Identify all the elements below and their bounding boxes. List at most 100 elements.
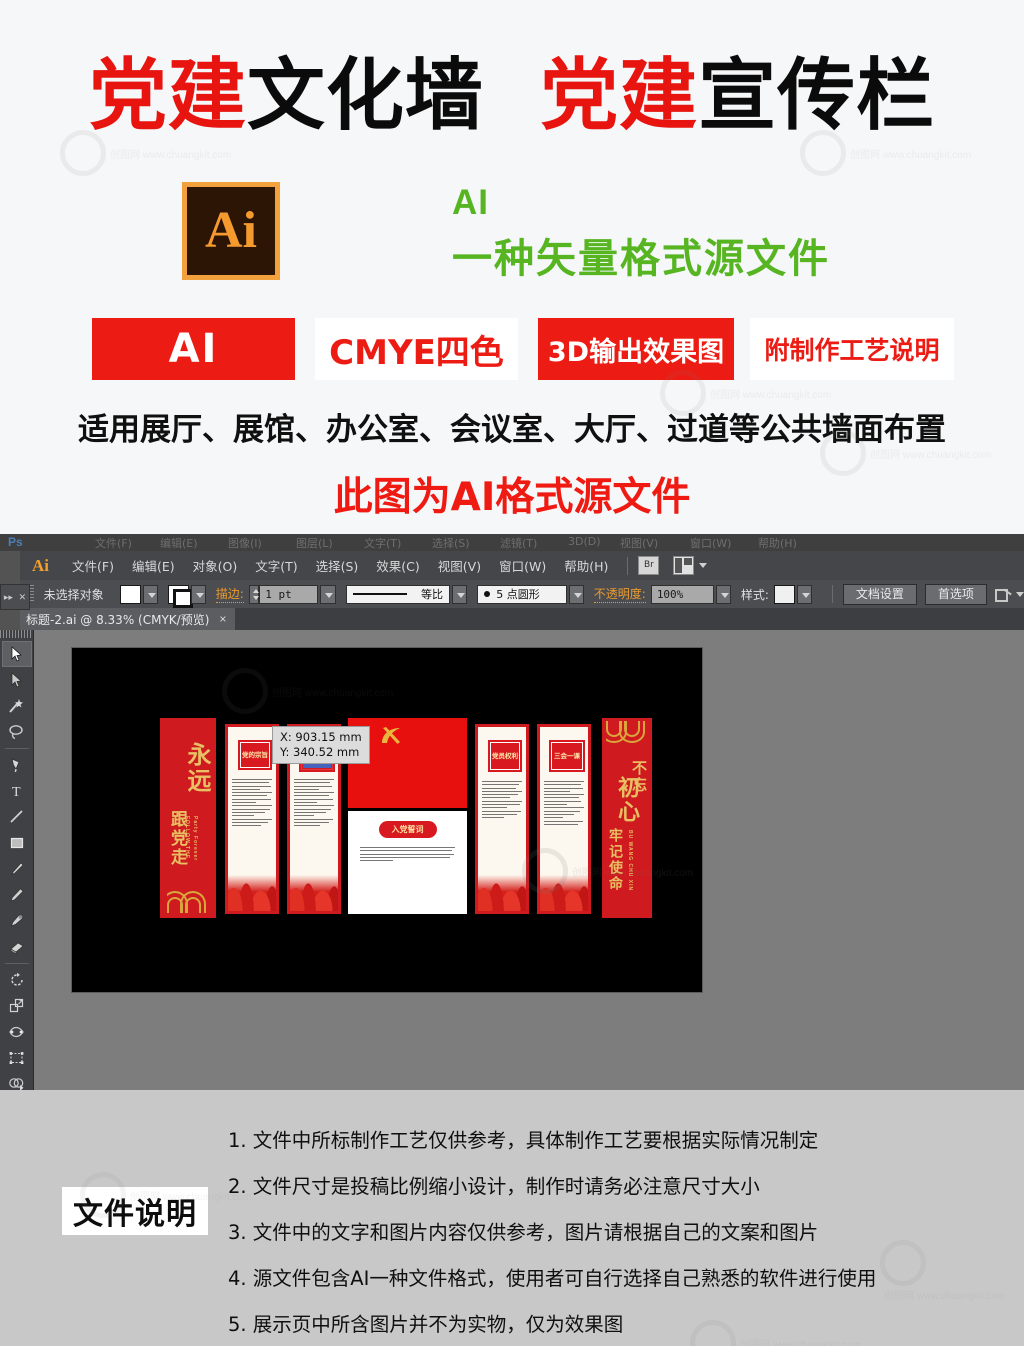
tooltip-x-readout: X: 903.15 mm bbox=[280, 730, 362, 744]
artwork-oath-panel[interactable]: 入党誓词 bbox=[348, 811, 467, 914]
ghost-menu-10: 帮助(H) bbox=[758, 537, 797, 550]
pen-tool[interactable] bbox=[2, 752, 32, 778]
type-tool[interactable]: T bbox=[2, 778, 32, 804]
menu-view[interactable]: 视图(V) bbox=[429, 553, 490, 578]
arrange-documents-icon bbox=[673, 556, 695, 575]
opacity-dropdown-icon[interactable] bbox=[715, 584, 731, 604]
rotate-tool[interactable] bbox=[2, 967, 32, 993]
width-tool[interactable] bbox=[2, 1019, 32, 1045]
close-panel-icon[interactable]: ✕ bbox=[19, 592, 27, 603]
oath-body-text bbox=[359, 847, 456, 863]
brush-definition-select[interactable]: 5 点圆形 bbox=[477, 584, 567, 604]
scale-tool[interactable] bbox=[2, 993, 32, 1019]
artwork-panel-three-meetings[interactable]: 三会一课 bbox=[537, 724, 591, 914]
selection-tool[interactable] bbox=[1, 641, 32, 667]
chevron-down-icon bbox=[699, 563, 708, 568]
brush-definition-dropdown-icon[interactable] bbox=[568, 584, 584, 604]
menu-object[interactable]: 对象(O) bbox=[184, 553, 247, 578]
shape-builder-tool[interactable] bbox=[2, 1071, 32, 1090]
graphic-style-swatch[interactable] bbox=[773, 584, 795, 604]
opacity-label[interactable]: 不透明度: bbox=[593, 585, 646, 603]
tools-panel-grip[interactable] bbox=[0, 630, 33, 638]
ai-format-description: 一种矢量格式源文件 bbox=[452, 236, 830, 282]
fill-color-swatch[interactable] bbox=[119, 584, 141, 604]
gold-arc-pattern-icon bbox=[167, 887, 213, 913]
expand-panel-icon[interactable]: ▸▸ bbox=[4, 592, 13, 603]
stroke-weight-stepper[interactable] bbox=[248, 584, 260, 604]
ai-app-icon: Ai bbox=[32, 555, 49, 575]
ai-format-label: AI bbox=[452, 183, 489, 222]
eraser-tool[interactable] bbox=[2, 934, 32, 960]
stroke-dropdown-icon[interactable] bbox=[190, 584, 206, 604]
note-item-2: 2. 文件尺寸是投稿比例缩小设计，制作时请务必注意尺寸大小 bbox=[228, 1175, 760, 1198]
note-item-1: 1. 文件中所标制作工艺仅供参考，具体制作工艺要根据实际情况制定 bbox=[228, 1129, 819, 1152]
magic-wand-tool[interactable] bbox=[2, 693, 32, 719]
workspace-layout-button[interactable] bbox=[673, 556, 708, 575]
stroke-profile-dropdown-icon[interactable] bbox=[452, 584, 468, 604]
tools-panel: T bbox=[0, 630, 34, 1090]
menu-effect[interactable]: 效果(C) bbox=[367, 553, 428, 578]
menu-help[interactable]: 帮助(H) bbox=[555, 553, 617, 578]
pencil-tool[interactable] bbox=[2, 882, 32, 908]
artwork-left-banner[interactable]: 永远 跟党走 Party Forever FOLLOW THE bbox=[160, 718, 216, 918]
menu-bar: Ai 文件(F) 编辑(E) 对象(O) 文字(T) 选择(S) 效果(C) 视… bbox=[20, 551, 1024, 580]
menu-type[interactable]: 文字(T) bbox=[246, 553, 306, 578]
stroke-profile-select[interactable]: 等比 bbox=[345, 584, 451, 604]
panel-chip-1: 党的宗旨 bbox=[238, 740, 272, 770]
panel-red-wave-2 bbox=[290, 863, 338, 911]
left-banner-en-2: FOLLOW THE bbox=[184, 816, 190, 860]
document-tab[interactable]: 标题-2.ai @ 8.33% (CMYK/预览) × bbox=[20, 608, 236, 630]
menu-file[interactable]: 文件(F) bbox=[63, 553, 123, 578]
paintbrush-tool[interactable] bbox=[2, 856, 32, 882]
canvas-area[interactable]: 永远 跟党走 Party Forever FOLLOW THE 党的宗旨 入党誓… bbox=[34, 630, 1024, 1090]
usage-scenarios-text: 适用展厅、展馆、办公室、会议室、大厅、过道等公共墙面布置 bbox=[78, 412, 946, 448]
panel-red-wave-4 bbox=[540, 863, 588, 911]
free-transform-tool[interactable] bbox=[2, 1045, 32, 1071]
stroke-weight-dropdown-icon[interactable] bbox=[320, 584, 336, 604]
menu-select[interactable]: 选择(S) bbox=[307, 553, 368, 578]
gold-arc-pattern-icon bbox=[606, 721, 652, 747]
collapsed-panel-handle[interactable]: ▸▸ ✕ bbox=[0, 584, 30, 610]
panel-body-text-4 bbox=[543, 781, 585, 827]
stroke-label[interactable]: 描边: bbox=[215, 585, 244, 603]
illustrator-window: Ps 文件(F) 编辑(E) 图像(I) 图层(L) 文字(T) 选择(S) 滤… bbox=[0, 534, 1024, 1090]
direct-selection-tool[interactable] bbox=[2, 667, 32, 693]
artboard[interactable]: 永远 跟党走 Party Forever FOLLOW THE 党的宗旨 入党誓… bbox=[72, 648, 702, 992]
title-part-2: 文化墙 bbox=[246, 51, 484, 141]
fill-dropdown-icon[interactable] bbox=[142, 584, 158, 604]
artwork-panel-party-rights[interactable]: 党员权利 bbox=[475, 724, 529, 914]
panel-body-text-1 bbox=[231, 779, 273, 828]
file-notes-section: 文件说明 1. 文件中所标制作工艺仅供参考，具体制作工艺要根据实际情况制定 2.… bbox=[0, 1090, 1024, 1346]
document-setup-button[interactable]: 文档设置 bbox=[842, 583, 917, 605]
stroke-profile-icon bbox=[352, 593, 407, 595]
control-panel-menu-icon[interactable] bbox=[994, 587, 1011, 602]
rectangle-tool[interactable] bbox=[2, 830, 32, 856]
window-background-strip: Ps 文件(F) 编辑(E) 图像(I) 图层(L) 文字(T) 选择(S) 滤… bbox=[0, 534, 1024, 551]
menu-edit[interactable]: 编辑(E) bbox=[123, 553, 184, 578]
opacity-field[interactable]: 100% bbox=[650, 584, 714, 604]
bridge-button[interactable]: Br bbox=[638, 556, 660, 575]
blob-brush-tool[interactable] bbox=[2, 908, 32, 934]
menu-window[interactable]: 窗口(W) bbox=[490, 553, 555, 578]
graphic-style-dropdown-icon[interactable] bbox=[796, 584, 812, 604]
line-segment-tool[interactable] bbox=[2, 804, 32, 830]
control-bar: 未选择对象 描边: 1 pt 等比 5 点圆形 不透明度: 100% 样式: 文… bbox=[20, 580, 1024, 608]
ghost-menu-8: 视图(V) bbox=[620, 537, 659, 550]
preferences-button[interactable]: 首选项 bbox=[924, 583, 987, 605]
stroke-weight-field[interactable]: 1 pt bbox=[259, 584, 319, 604]
control-divider bbox=[831, 585, 833, 603]
artwork-panel-party-purpose[interactable]: 党的宗旨 bbox=[225, 724, 279, 914]
note-item-4: 4. 源文件包含AI一种文件格式，使用者可自行选择自己熟悉的软件进行使用 bbox=[228, 1267, 877, 1290]
close-icon[interactable]: × bbox=[219, 612, 226, 626]
ghost-menu-2: 图像(I) bbox=[228, 537, 262, 550]
tools-divider bbox=[4, 963, 29, 964]
lasso-tool[interactable] bbox=[2, 719, 32, 745]
badge-ai: AI bbox=[92, 318, 295, 380]
menu-divider bbox=[627, 556, 629, 575]
right-banner-cn-3: 牢记使命 bbox=[607, 828, 623, 892]
control-panel-chevron-icon[interactable] bbox=[1015, 591, 1024, 597]
left-banner-en-1: Party Forever bbox=[192, 816, 198, 862]
hammer-sickle-emblem-icon bbox=[379, 725, 405, 747]
artwork-right-banner[interactable]: 不忘 初心 牢记使命 BU WANG CHU XIN bbox=[602, 718, 652, 918]
stroke-color-swatch[interactable] bbox=[167, 584, 193, 608]
